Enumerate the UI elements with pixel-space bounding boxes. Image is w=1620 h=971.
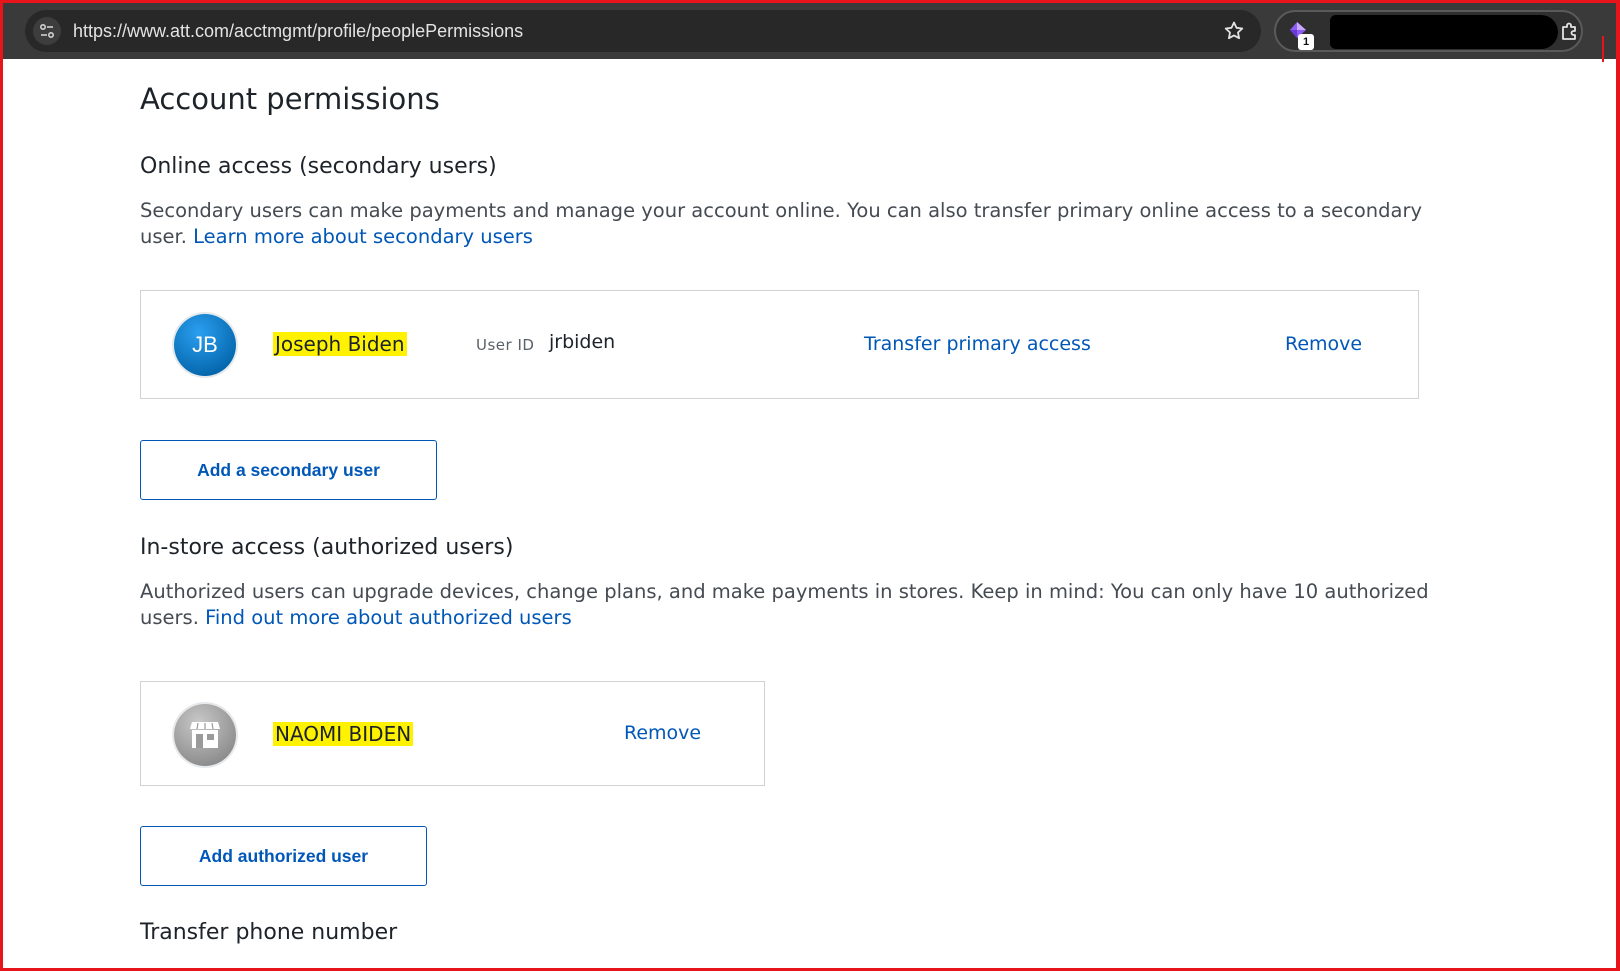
- in-store-access-description: Authorized users can upgrade devices, ch…: [140, 579, 1430, 631]
- redacted-profile: [1330, 15, 1558, 49]
- bookmark-star-icon[interactable]: [1222, 19, 1246, 43]
- authorized-user-card: NAOMI BIDEN Remove: [140, 681, 765, 786]
- avatar: JB: [174, 314, 236, 376]
- online-access-description: Secondary users can make payments and ma…: [140, 198, 1430, 250]
- extension-badge: 1: [1298, 34, 1314, 50]
- address-bar[interactable]: https://www.att.com/acctmgmt/profile/peo…: [25, 10, 1261, 52]
- remove-secondary-user-link[interactable]: Remove: [1285, 333, 1362, 355]
- online-access-heading: Online access (secondary users): [140, 154, 497, 179]
- secondary-user-card: JB Joseph Biden User ID jrbiden Transfer…: [140, 290, 1419, 399]
- url-text[interactable]: https://www.att.com/acctmgmt/profile/peo…: [73, 21, 523, 42]
- learn-more-secondary-link[interactable]: Learn more about secondary users: [193, 225, 533, 248]
- add-secondary-user-button[interactable]: Add a secondary user: [140, 440, 437, 500]
- profile-extension-area: 1: [1274, 10, 1583, 52]
- transfer-primary-access-link[interactable]: Transfer primary access: [864, 333, 1091, 355]
- remove-authorized-user-link[interactable]: Remove: [624, 722, 701, 744]
- in-store-access-heading: In-store access (authorized users): [140, 535, 514, 560]
- store-icon: [190, 722, 220, 748]
- browser-toolbar: https://www.att.com/acctmgmt/profile/peo…: [3, 3, 1616, 59]
- find-out-authorized-link[interactable]: Find out more about authorized users: [205, 606, 572, 629]
- extensions-puzzle-icon[interactable]: [1558, 20, 1582, 44]
- site-info-icon[interactable]: [33, 17, 61, 45]
- store-avatar: [174, 704, 236, 766]
- authorized-user-name: NAOMI BIDEN: [273, 722, 414, 746]
- frame-line: [1602, 36, 1604, 62]
- user-id-label: User ID: [476, 336, 535, 354]
- user-id-value: jrbiden: [549, 331, 616, 353]
- add-authorized-user-button[interactable]: Add authorized user: [140, 826, 427, 886]
- page-title: Account permissions: [140, 82, 440, 116]
- transfer-phone-heading: Transfer phone number: [140, 920, 398, 945]
- secondary-user-name: Joseph Biden: [273, 332, 407, 356]
